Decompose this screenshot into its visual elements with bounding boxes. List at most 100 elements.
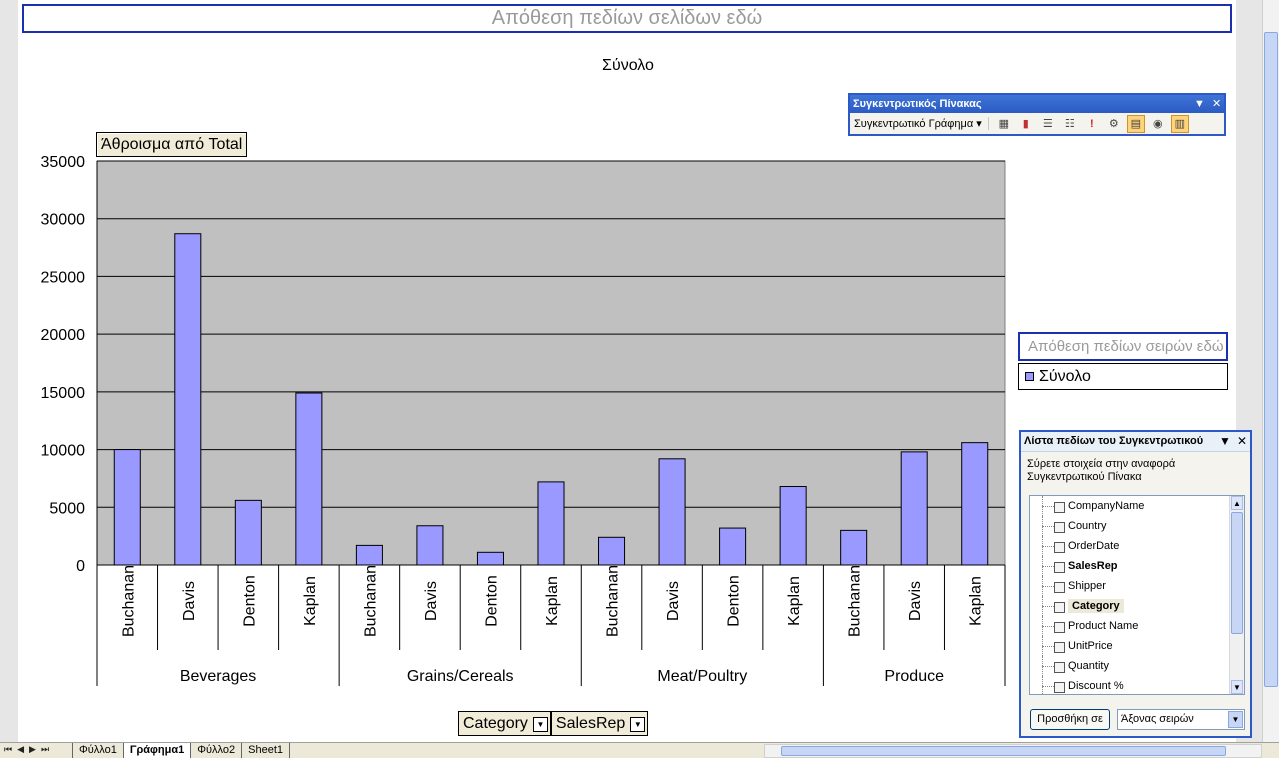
tree-line — [1042, 546, 1054, 547]
bar[interactable] — [840, 529, 868, 566]
sheet-tabs-bar: ⏮◀▶⏭ Φύλλο1 Γράφημα1 Φύλλο2 Sheet1 — [0, 742, 1279, 758]
field-list-item[interactable]: Discount % — [1030, 676, 1244, 694]
sheet-tabs: Φύλλο1 Γράφημα1 Φύλλο2 Sheet1 — [72, 743, 291, 758]
category-field-label: Category — [463, 715, 528, 732]
x-tick-label: Davis — [907, 581, 924, 621]
table-options-icon[interactable]: ◉ — [1149, 115, 1167, 133]
show-field-list-icon[interactable]: ▤ — [1126, 114, 1145, 133]
area-select[interactable]: Άξονας σειρών ▼ — [1117, 709, 1245, 730]
x-tick-label: Denton — [483, 575, 500, 627]
chart-legend[interactable]: Σύνολο — [1018, 363, 1228, 390]
field-list-item[interactable]: Quantity — [1030, 656, 1244, 676]
group-label: Produce — [884, 668, 944, 685]
field-list-item[interactable]: Product Name — [1030, 616, 1244, 636]
salesrep-field-button[interactable]: SalesRep ▼ — [550, 711, 649, 736]
x-tick-label: Davis — [181, 581, 198, 621]
chart-wizard-icon[interactable]: ▮ — [1017, 115, 1035, 133]
y-tick-label: 5000 — [49, 500, 85, 517]
bar[interactable] — [598, 536, 626, 566]
field-list-active-icon[interactable]: ▥ — [1170, 114, 1189, 133]
chevron-down-icon[interactable]: ▼ — [532, 717, 548, 732]
field-list-item[interactable]: UnitPrice — [1030, 636, 1244, 656]
group-label: Beverages — [180, 668, 257, 685]
field-list-item[interactable]: Category — [1030, 596, 1244, 616]
scroll-up-icon[interactable]: ▲ — [1231, 496, 1243, 510]
field-list-title-bar[interactable]: Λίστα πεδίων του Συγκεντρωτικού ▼ ✕ — [1021, 432, 1250, 452]
field-label: UnitPrice — [1068, 640, 1113, 652]
chevron-down-icon[interactable]: ▼ — [1228, 711, 1243, 728]
field-list-item[interactable]: Shipper — [1030, 576, 1244, 596]
add-to-button[interactable]: Προσθήκη σε — [1030, 709, 1110, 730]
x-tick-label: Kaplan — [544, 576, 561, 626]
field-list-item[interactable]: SalesRep — [1030, 556, 1244, 576]
field-label: Shipper — [1068, 580, 1106, 592]
legend-label: Σύνολο — [1039, 368, 1091, 385]
sheet-tab[interactable]: Sheet1 — [241, 743, 291, 758]
legend-swatch — [1025, 372, 1034, 381]
close-icon[interactable]: ✕ — [1212, 95, 1221, 113]
area-select-value: Άξονας σειρών — [1121, 713, 1194, 725]
bar[interactable] — [537, 481, 565, 566]
group-label: Grains/Cereals — [407, 668, 514, 685]
x-tick-label: Buchanan — [362, 565, 379, 637]
pivot-field-list-panel: Λίστα πεδίων του Συγκεντρωτικού ▼ ✕ Σύρε… — [1019, 430, 1252, 738]
y-tick-label: 15000 — [41, 385, 86, 402]
page-fields-drop-zone[interactable]: Απόθεση πεδίων σελίδων εδώ — [22, 4, 1232, 33]
field-list-description: Σύρετε στοιχεία στην αναφορά Συγκεντρωτι… — [1027, 458, 1176, 483]
close-icon[interactable]: ✕ — [1235, 432, 1250, 451]
chart-title[interactable]: Σύνολο — [540, 57, 716, 75]
y-tick-label: 35000 — [41, 154, 86, 171]
category-field-button[interactable]: Category ▼ — [458, 711, 551, 736]
bar[interactable] — [476, 551, 504, 566]
hide-detail-icon[interactable]: ☰ — [1039, 115, 1057, 133]
bar[interactable] — [658, 458, 686, 566]
tab-navigation-icons[interactable]: ⏮◀▶⏭ — [4, 744, 54, 755]
bar[interactable] — [234, 499, 262, 566]
sheet-tab[interactable]: Φύλλο2 — [190, 743, 243, 758]
toolbar-options-icon[interactable]: ▼ — [1194, 95, 1205, 113]
sheet-tab[interactable]: Φύλλο1 — [72, 743, 124, 758]
bar[interactable] — [416, 525, 444, 566]
field-icon — [1054, 602, 1065, 613]
tree-line — [1042, 586, 1054, 587]
pivot-toolbar-body: Συγκεντρωτικό Γράφημα ▾ ▦ ▮ ☰ ☷ ! ⚙ ▤ ◉ … — [850, 113, 1224, 134]
tree-line — [1042, 666, 1054, 667]
scroll-down-icon[interactable]: ▼ — [1231, 680, 1243, 694]
chevron-down-icon[interactable]: ▼ — [630, 717, 646, 732]
field-icon — [1054, 642, 1065, 653]
bar[interactable] — [961, 442, 989, 566]
bar[interactable] — [295, 392, 323, 566]
field-list-item[interactable]: Country — [1030, 516, 1244, 536]
tree-line — [1042, 526, 1054, 527]
field-icon — [1054, 582, 1065, 593]
bar[interactable] — [113, 449, 141, 566]
format-report-icon[interactable]: ▦ — [995, 115, 1013, 133]
bar[interactable] — [355, 544, 383, 566]
field-list-item[interactable]: CompanyName — [1030, 496, 1244, 516]
sheet-tab[interactable]: Γράφημα1 — [122, 743, 192, 758]
field-label: Discount % — [1068, 680, 1124, 692]
pivot-chart-menu[interactable]: Συγκεντρωτικό Γράφημα ▾ — [854, 117, 989, 130]
x-tick-label: Davis — [665, 581, 682, 621]
show-detail-icon[interactable]: ☷ — [1061, 115, 1079, 133]
bar[interactable] — [719, 527, 747, 566]
y-tick-label: 30000 — [41, 212, 86, 229]
tree-line — [1042, 626, 1054, 627]
pivot-chart[interactable]: 0 5000 10000 15000 20000 25000 30000 35000 Bucha… — [0, 150, 1020, 695]
scroll-thumb[interactable] — [1231, 512, 1243, 634]
window-vertical-scrollbar[interactable] — [1262, 0, 1279, 742]
bar[interactable] — [174, 233, 202, 566]
scroll-thumb[interactable] — [1264, 32, 1278, 687]
scroll-thumb[interactable] — [781, 746, 1226, 756]
field-list-item[interactable]: OrderDate — [1030, 536, 1244, 556]
field-settings-icon[interactable]: ⚙ — [1105, 115, 1123, 133]
field-icon — [1054, 562, 1065, 573]
bar[interactable] — [900, 451, 928, 566]
bar[interactable] — [779, 486, 807, 566]
horizontal-scrollbar[interactable] — [764, 744, 1262, 758]
pivot-toolbar-title-bar[interactable]: Συγκεντρωτικός Πίνακας ▼ ✕ — [850, 95, 1224, 113]
panel-options-icon[interactable]: ▼ — [1217, 432, 1233, 451]
refresh-data-icon[interactable]: ! — [1083, 115, 1101, 133]
field-list-scrollbar[interactable]: ▲ ▼ — [1229, 496, 1244, 694]
series-fields-drop-zone[interactable]: Απόθεση πεδίων σειρών εδώ — [1018, 332, 1228, 361]
